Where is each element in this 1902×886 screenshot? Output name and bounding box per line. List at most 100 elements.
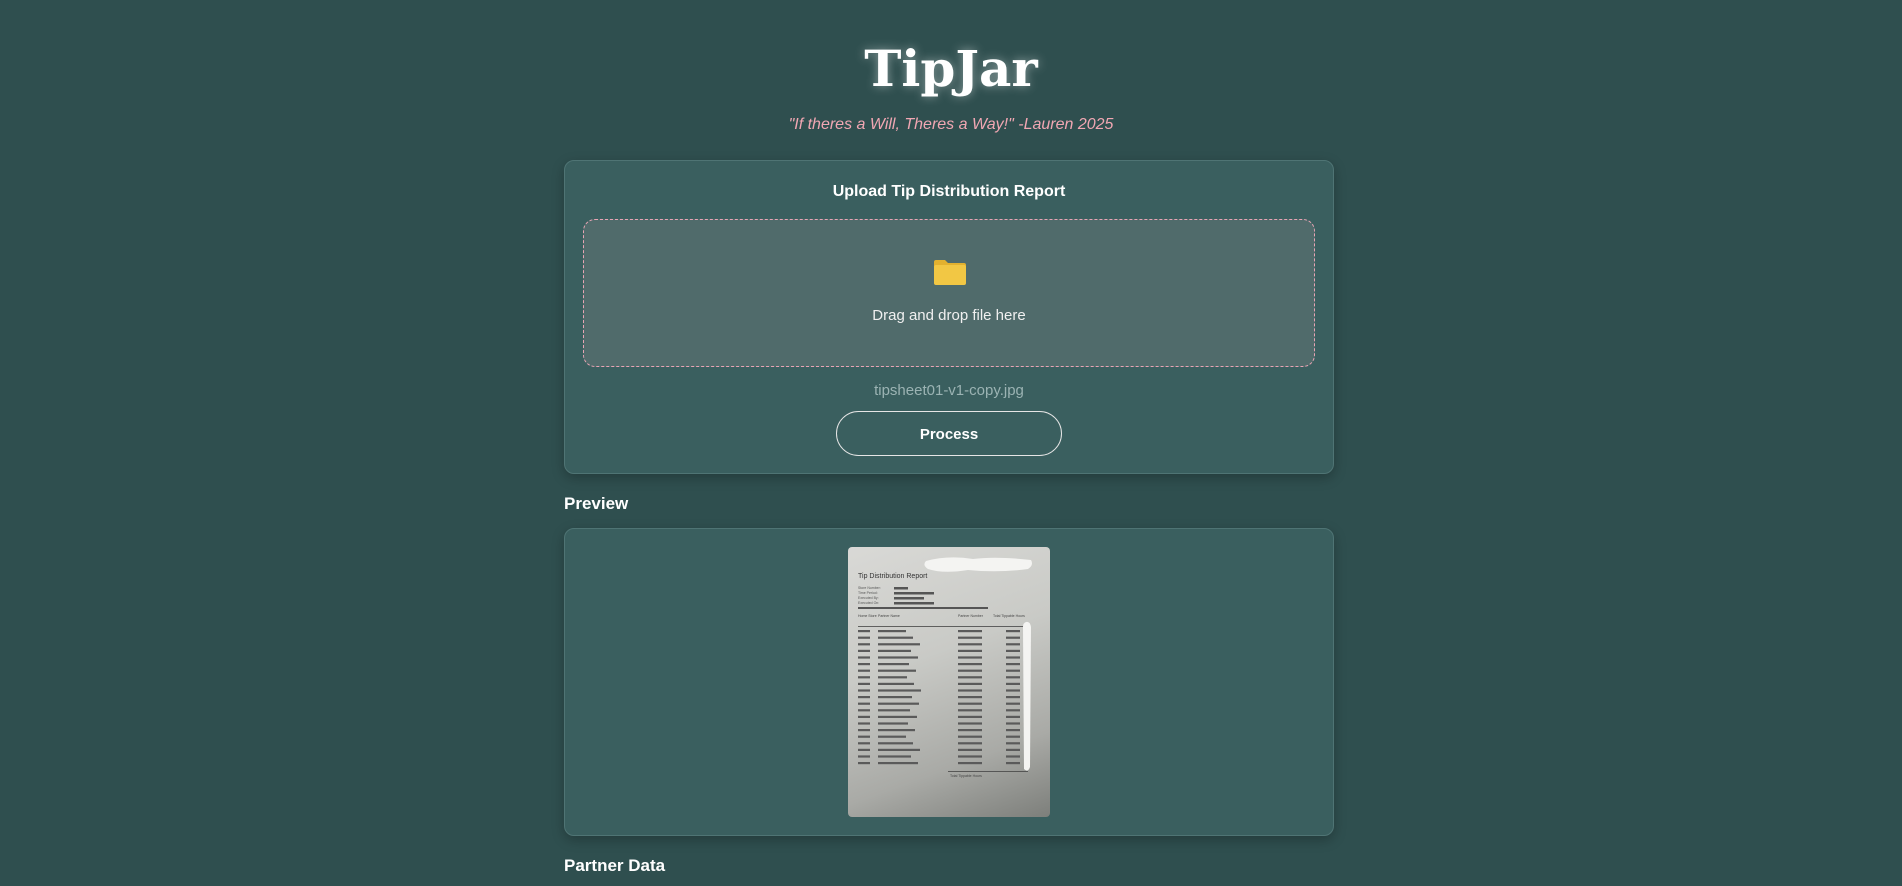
report-row-text [958,742,982,745]
dropzone-text: Drag and drop file here [872,307,1026,324]
upload-card: Upload Tip Distribution Report Drag and … [564,160,1334,474]
report-row-text [1006,696,1020,699]
preview-heading: Preview [564,494,629,513]
report-row-text [858,702,870,705]
report-row-text [858,709,870,712]
column-header: Partner Name [878,614,900,618]
report-row-text [858,715,870,718]
report-row-text [878,709,910,712]
report-row-text [958,696,982,699]
selected-file-name: tipsheet01-v1-copy.jpg [874,382,1024,399]
report-row-text [878,735,906,738]
report-header-line: Executed By: [858,596,879,600]
report-row-text [958,656,982,659]
report-row-text [858,682,870,685]
report-row-text [958,663,982,666]
report-row-text [958,748,982,751]
report-row-text [1006,689,1020,692]
report-row-text [878,649,911,652]
report-row-text [858,742,870,745]
report-row-text [878,696,912,699]
report-row-text [958,636,982,639]
report-row-text [958,702,982,705]
report-row-text [1006,755,1020,758]
report-row-text [858,722,870,725]
report-row-text [858,663,870,666]
report-row-text [1006,630,1020,633]
report-title: Tip Distribution Report [858,573,927,580]
report-row-text [958,762,982,765]
report-row-text [1006,643,1020,646]
report-row-text [958,630,982,633]
report-row-text [858,729,870,732]
column-header: Partner Number [958,614,984,618]
report-row-text [878,636,913,639]
report-row-text [1006,742,1020,745]
report-row-text [858,696,870,699]
report-row-text [878,643,920,646]
report-row-text [878,669,916,672]
report-row-text [858,755,870,758]
report-row-text [858,630,870,633]
report-row-text [958,649,982,652]
report-row-text [878,689,921,692]
report-row-text [858,676,870,679]
page: TipJar "If theres a Will, Theres a Way!"… [0,0,1902,886]
report-row-text [1006,636,1020,639]
report-row-text [1006,715,1020,718]
report-row-text [958,643,982,646]
report-row-text [1006,748,1020,751]
report-row-text [878,630,906,633]
column-header: Home Store [858,614,877,618]
report-row-text [1006,682,1020,685]
report-row-text [878,742,913,745]
report-row-text [1006,702,1020,705]
report-row-text [878,715,917,718]
report-row-text [958,676,982,679]
partner-data-heading: Partner Data [564,856,666,875]
report-row-text [958,689,982,692]
report-row-text [878,663,909,666]
report-row-text [858,762,870,765]
report-row-text [1006,669,1020,672]
report-row-text [878,722,908,725]
report-row-text [1006,722,1020,725]
report-row-text [878,702,919,705]
report-photo: Tip Distribution Report Store Number: Ti… [858,557,1032,778]
report-row-text [878,762,918,765]
upload-heading: Upload Tip Distribution Report [832,183,1066,200]
report-row-text [858,643,870,646]
report-header-line: Store Number: [858,586,881,590]
report-row-text [1006,676,1020,679]
preview-card: Tip Distribution Report Store Number: Ti… [564,528,1334,836]
report-row-text [858,735,870,738]
report-row-text [878,755,911,758]
report-row-text [1006,762,1020,765]
report-row-text [958,755,982,758]
app-tagline: "If theres a Will, Theres a Way!" -Laure… [788,116,1114,133]
report-row-text [878,729,915,732]
process-button[interactable]: Process [836,411,1062,456]
report-row-text [958,709,982,712]
report-row-text [878,682,914,685]
report-header-line: Time Period: [858,591,878,595]
app-title: TipJar [864,39,1038,98]
report-row-text [1006,649,1020,652]
report-row-text [958,735,982,738]
total-label: Total Tippable Hours [950,774,982,778]
column-header: Total Tippable Hours [993,614,1025,618]
report-row-text [1006,735,1020,738]
report-row-text [858,636,870,639]
report-row-text [958,722,982,725]
report-row-text [1006,663,1020,666]
report-row-text [958,669,982,672]
folder-icon [934,260,966,285]
report-row-text [858,649,870,652]
preview-image: Tip Distribution Report Store Number: Ti… [848,547,1050,817]
file-dropzone[interactable]: Drag and drop file here [583,219,1315,367]
report-row-text [858,748,870,751]
report-row-text [1006,709,1020,712]
report-row-text [858,656,870,659]
report-row-text [878,676,907,679]
report-row-text [858,689,870,692]
